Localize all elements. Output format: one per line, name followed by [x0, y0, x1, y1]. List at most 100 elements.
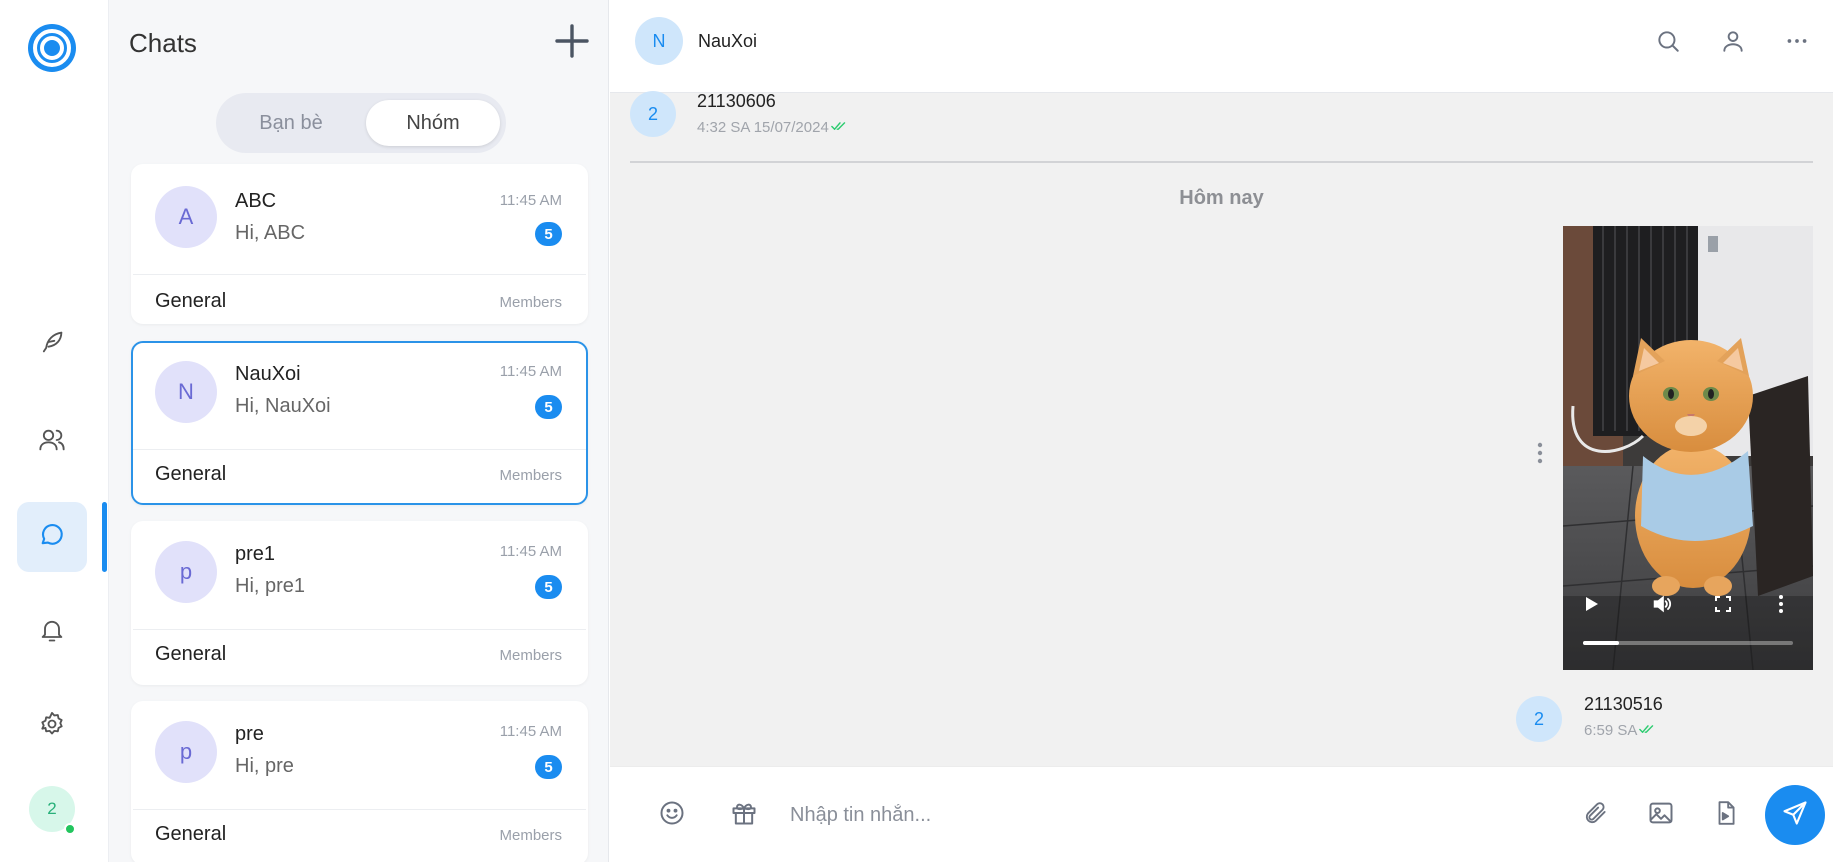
volume-icon — [1651, 595, 1673, 619]
unread-badge: 5 — [535, 222, 562, 246]
user-avatar-label: 2 — [47, 799, 57, 818]
video-progress-fill — [1583, 641, 1619, 645]
bell-icon — [38, 616, 66, 649]
search-icon — [1655, 28, 1681, 59]
chat-name: pre — [235, 723, 264, 745]
message-text: 21130606 — [697, 91, 776, 111]
profile-button[interactable] — [1716, 26, 1750, 60]
message-timestamp: 6:59 SA — [1584, 722, 1638, 739]
plus-icon — [555, 23, 589, 63]
unread-badge: 5 — [535, 575, 562, 599]
search-button[interactable] — [1651, 26, 1685, 60]
tab-friends[interactable]: Bạn bè — [222, 100, 360, 146]
image-button[interactable] — [1641, 795, 1681, 835]
chat-members-link[interactable]: Members — [499, 647, 562, 664]
card-divider — [133, 274, 586, 275]
chat-name: NauXoi — [235, 363, 301, 385]
header-avatar[interactable]: N — [635, 17, 683, 65]
chat-avatar: N — [155, 361, 217, 423]
chat-card-selected[interactable]: N NauXoi Hi, NauXoi 11:45 AM 5 General M… — [131, 341, 588, 505]
chat-time: 11:45 AM — [499, 723, 562, 740]
day-separator-label: Hôm nay — [1179, 187, 1264, 209]
video-progress-track[interactable] — [1583, 641, 1793, 645]
feather-icon — [38, 328, 66, 361]
read-check-icon — [1639, 722, 1657, 739]
nav-rail: 2 — [0, 0, 109, 862]
chat-icon — [38, 521, 66, 554]
chat-list-panel: Chats Bạn bè Nhóm A ABC Hi, ABC 11:45 AM… — [109, 0, 609, 862]
nav-notifications[interactable] — [17, 597, 87, 667]
chat-type-toggle: Bạn bè Nhóm — [216, 93, 506, 153]
nav-contacts[interactable] — [17, 407, 87, 477]
gift-icon — [730, 799, 758, 832]
chat-avatar: p — [155, 541, 217, 603]
chat-last-message: Hi, ABC — [235, 222, 306, 244]
message-options-button[interactable] — [1530, 438, 1550, 468]
message-text: 21130516 — [1584, 694, 1663, 714]
nav-settings[interactable] — [17, 691, 87, 761]
chat-time: 11:45 AM — [499, 543, 562, 560]
video-volume-button[interactable] — [1651, 593, 1673, 620]
more-vertical-icon — [1776, 595, 1786, 619]
tab-groups[interactable]: Nhóm — [366, 100, 500, 146]
chat-card[interactable]: p pre1 Hi, pre1 11:45 AM 5 General Membe… — [131, 521, 588, 685]
chat-time: 11:45 AM — [499, 192, 562, 209]
gift-button[interactable] — [724, 795, 764, 835]
message-meta: 4:32 SA 15/07/2024 — [697, 119, 849, 136]
chat-name: pre1 — [235, 543, 276, 565]
users-icon — [38, 426, 66, 459]
chat-last-message: Hi, NauXoi — [235, 395, 331, 417]
video-more-button[interactable] — [1776, 593, 1786, 620]
conversation-pane: N NauXoi 2 21130606 4:32 SA 15/07/2024 H… — [610, 0, 1833, 862]
message-avatar: 2 — [630, 91, 676, 137]
attach-button[interactable] — [1576, 795, 1616, 835]
image-icon — [1647, 799, 1675, 832]
chat-members-link[interactable]: Members — [499, 827, 562, 844]
emoji-button[interactable] — [652, 795, 692, 835]
chat-members-link[interactable]: Members — [499, 294, 562, 311]
nav-chats[interactable] — [17, 502, 87, 572]
chat-avatar: p — [155, 721, 217, 783]
chat-last-message: Hi, pre — [235, 755, 294, 777]
logo-icon[interactable] — [28, 24, 76, 72]
message-input[interactable] — [790, 791, 1490, 839]
paperclip-icon — [1583, 800, 1609, 831]
chat-last-message: Hi, pre1 — [235, 575, 306, 597]
message-meta: 6:59 SA — [1584, 722, 1657, 739]
file-button[interactable] — [1706, 795, 1746, 835]
send-icon — [1781, 799, 1809, 832]
message-avatar: 2 — [1516, 696, 1562, 742]
user-icon — [1720, 28, 1746, 59]
unread-badge: 5 — [535, 395, 562, 419]
chat-group-label: General — [155, 823, 227, 845]
more-vertical-icon — [1530, 442, 1550, 472]
chat-avatar: A — [155, 186, 217, 248]
nav-feed[interactable] — [17, 309, 87, 379]
video-fullscreen-button[interactable] — [1713, 594, 1733, 619]
file-video-icon — [1713, 800, 1739, 831]
chat-group-label: General — [155, 290, 227, 312]
conversation-header: N NauXoi — [610, 0, 1833, 93]
nav-active-indicator — [102, 502, 107, 572]
smile-icon — [658, 799, 686, 832]
video-message[interactable] — [1563, 226, 1813, 670]
chat-name: ABC — [235, 190, 277, 212]
unread-badge: 5 — [535, 755, 562, 779]
new-chat-button[interactable] — [552, 23, 592, 63]
chat-group-label: General — [155, 643, 227, 665]
read-check-icon — [830, 119, 849, 136]
more-options-button[interactable] — [1780, 26, 1814, 60]
chat-members-link[interactable]: Members — [499, 467, 562, 484]
chat-card[interactable]: p pre Hi, pre 11:45 AM 5 General Members — [131, 701, 588, 862]
message-timestamp: 4:32 SA 15/07/2024 — [697, 119, 829, 136]
play-icon — [1581, 597, 1601, 618]
day-separator-line — [630, 161, 1813, 163]
chat-card[interactable]: A ABC Hi, ABC 11:45 AM 5 General Members — [131, 164, 588, 324]
more-horizontal-icon — [1784, 28, 1810, 59]
fullscreen-icon — [1713, 596, 1733, 618]
video-play-button[interactable] — [1581, 594, 1601, 619]
send-button[interactable] — [1765, 785, 1825, 845]
header-name[interactable]: NauXoi — [698, 31, 757, 52]
chat-time: 11:45 AM — [499, 363, 562, 380]
card-divider — [133, 449, 586, 450]
